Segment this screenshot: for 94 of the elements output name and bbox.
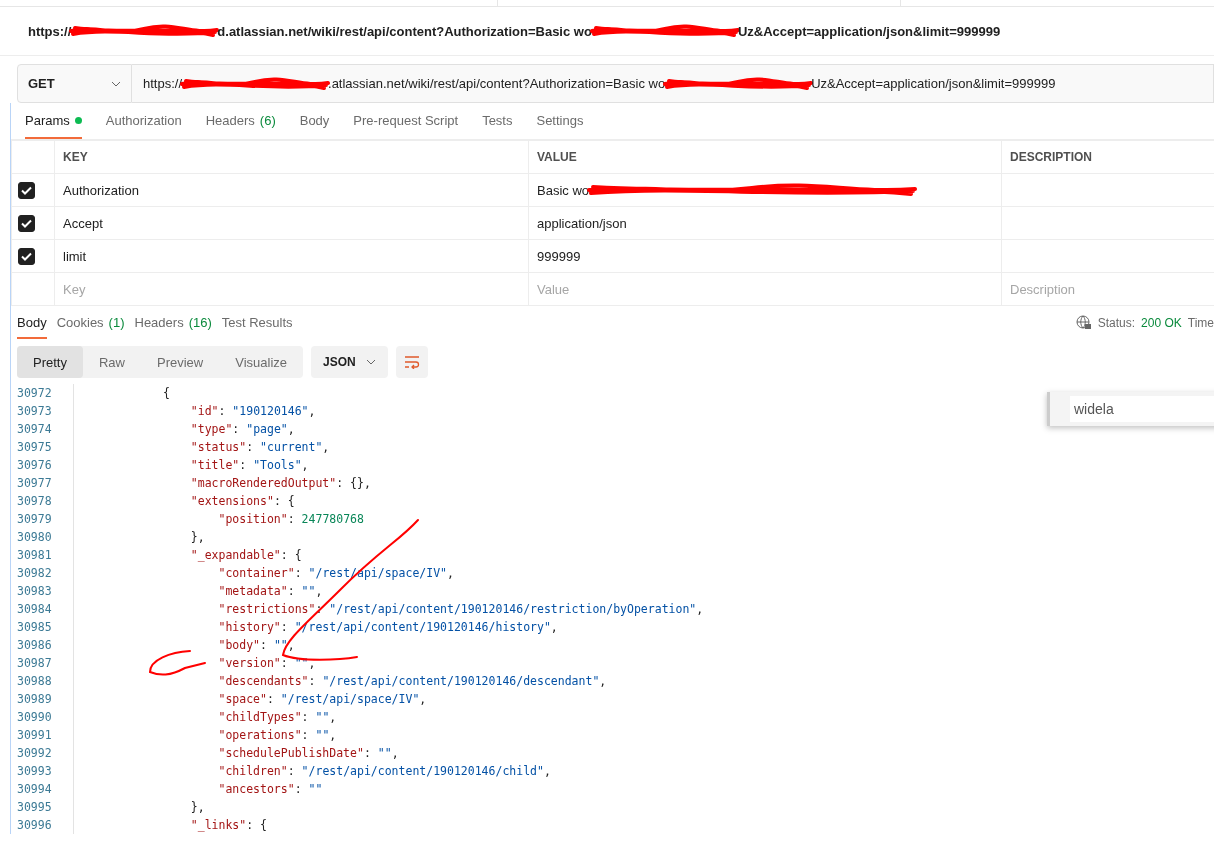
checkbox[interactable] [18, 181, 35, 199]
code-line: "descendants": "/rest/api/content/190120146/descendant", [217, 673, 607, 690]
line-number: 30990 [11, 708, 74, 726]
chevron-down-icon [365, 359, 376, 365]
code-line: "extensions": { [189, 493, 295, 510]
code-line: "type": "page", [189, 421, 295, 438]
code-line: "status": "current", [189, 439, 330, 456]
code-line: "ancestors": "" [217, 781, 323, 798]
param-key-cell: Accept [54, 206, 529, 240]
line-number: 30982 [11, 564, 74, 582]
line-number: 30984 [11, 600, 74, 618]
line-number: 30972 [11, 384, 74, 402]
param-value-cell: 999999 [528, 239, 1002, 273]
tab[interactable]: Settings [536, 103, 584, 139]
method-dropdown[interactable]: GET [17, 64, 132, 103]
view-mode-tab[interactable]: Preview [141, 346, 220, 378]
view-mode-tab[interactable]: Visualize [219, 346, 304, 378]
line-number: 30996 [11, 816, 74, 834]
search-input[interactable]: widela [1070, 396, 1214, 422]
line-number: 30995 [11, 798, 74, 816]
tab[interactable]: Headers (6) [205, 103, 276, 139]
status-value: 200 OK [1141, 316, 1182, 330]
param-key-cell: Authorization [54, 173, 529, 207]
line-number: 30975 [11, 438, 74, 456]
status-label: Status: [1097, 316, 1136, 330]
code-line: "title": "Tools", [189, 457, 309, 474]
line-number: 30979 [11, 510, 74, 528]
wrap-lines-button[interactable] [395, 346, 428, 378]
param-key-cell: limit [54, 239, 529, 273]
code-line: "_expandable": { [189, 547, 302, 564]
line-number: 30991 [11, 726, 74, 744]
tab[interactable]: Authorization [105, 103, 182, 139]
code-line: "metadata": "", [217, 583, 323, 600]
url-text: Uz&Accept=application/json&limit=999999 [811, 76, 1056, 91]
checkmark-icon [21, 251, 32, 261]
code-line: "_links": { [189, 817, 267, 834]
url-text: https:// [143, 76, 183, 91]
globe-lock-icon [1075, 315, 1092, 331]
line-number: 30973 [11, 402, 74, 420]
line-number: 30980 [11, 528, 74, 546]
url-text: .atlassian.net/wiki/rest/api/content?Authorization=Basic wo [328, 76, 666, 91]
url-text: https:// [28, 23, 72, 39]
code-line: }, [189, 799, 205, 816]
param-value-cell: Basic wo [528, 173, 1002, 207]
url-text: Uz&Accept=application/json&limit=999999 [737, 23, 1001, 39]
code-line: "space": "/rest/api/space/IV", [217, 691, 427, 708]
tab[interactable]: Pre-request Script [353, 103, 459, 139]
code-line: "body": "", [217, 637, 295, 654]
line-number: 30994 [11, 780, 74, 798]
line-number: 30992 [11, 744, 74, 762]
code-line: "position": 247780768 [217, 511, 364, 528]
wrap-lines-icon [403, 355, 420, 369]
code-line: "children": "/rest/api/content/190120146/child", [217, 763, 551, 780]
line-number: 30974 [11, 420, 74, 438]
tab[interactable]: Cookies (1) [56, 307, 125, 339]
time-label: Time [1187, 316, 1214, 330]
chevron-down-icon [111, 80, 121, 87]
code-line: "schedulePublishDate": "", [217, 745, 399, 762]
tab[interactable]: Test Results [221, 307, 293, 339]
line-number: 30986 [11, 636, 74, 654]
column-header: VALUE [528, 140, 1002, 174]
code-line: { [162, 385, 170, 402]
tab[interactable]: Body [299, 103, 330, 139]
code-line: "macroRenderedOutput": {}, [189, 475, 371, 492]
code-line: }, [189, 529, 205, 546]
view-mode-tab[interactable]: Raw [82, 346, 141, 378]
tab[interactable]: Headers (16) [134, 307, 212, 339]
column-header: KEY [54, 140, 529, 174]
code-line: "id": "190120146", [189, 403, 316, 420]
format-dropdown[interactable]: JSON [311, 346, 388, 378]
param-value-cell: application/json [528, 206, 1002, 240]
tab[interactable]: Params [25, 103, 82, 139]
line-number: 30978 [11, 492, 74, 510]
url-text: d.atlassian.net/wiki/rest/api/content?Authorization=Basic wo [217, 23, 592, 39]
checkbox[interactable] [18, 247, 35, 265]
line-number: 30981 [11, 546, 74, 564]
line-number: 30988 [11, 672, 74, 690]
line-number: 30989 [11, 690, 74, 708]
line-number: 30983 [11, 582, 74, 600]
code-line: "childTypes": "", [217, 709, 337, 726]
checkmark-icon [21, 218, 32, 228]
view-mode-tab[interactable]: Pretty [17, 346, 83, 378]
column-header: DESCRIPTION [1001, 140, 1214, 174]
line-number: 30977 [11, 474, 74, 492]
line-number: 30987 [11, 654, 74, 672]
checkbox[interactable] [18, 214, 35, 232]
url-field[interactable]: https:// .atlassian.net/wiki/rest/api/content?Authorization=Basic wo Uz&Accept=application/json&limit=999999 [132, 64, 1214, 103]
line-number: 30976 [11, 456, 74, 474]
tab[interactable]: Tests [482, 103, 513, 139]
line-number: 30993 [11, 762, 74, 780]
line-number: 30985 [11, 618, 74, 636]
checkmark-icon [21, 185, 32, 195]
code-line: "operations": "", [217, 727, 337, 744]
tab[interactable]: Body [17, 307, 47, 339]
